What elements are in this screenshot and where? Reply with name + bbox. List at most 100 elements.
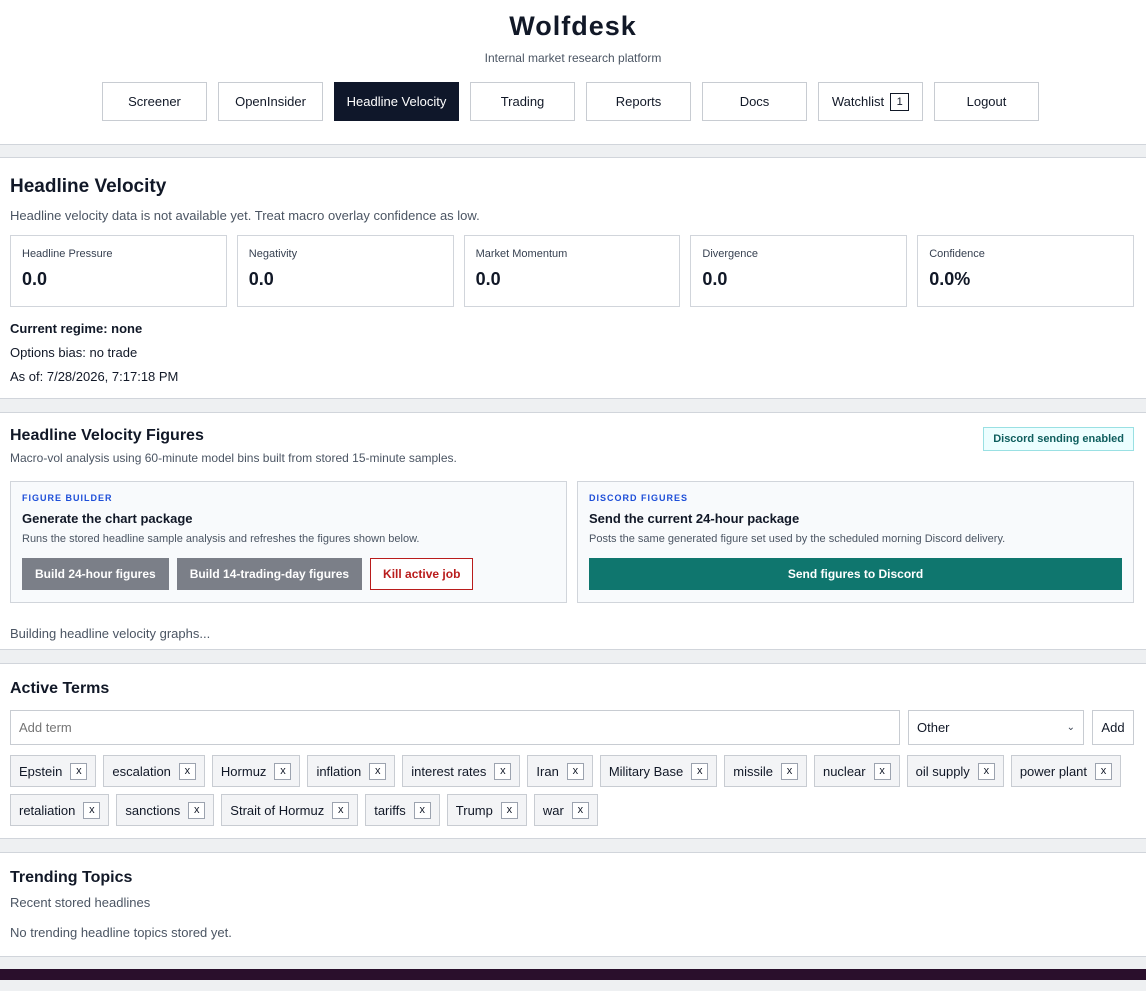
term-chip: war x [533,794,598,826]
term-chip-label: interest rates [411,763,487,779]
nav-reports[interactable]: Reports [586,82,691,121]
nav-headline-velocity[interactable]: Headline Velocity [334,82,459,121]
term-chip-label: oil supply [915,763,970,779]
term-chip: sanctions x [116,794,215,826]
brand-title: Wolfdesk [509,11,637,41]
select-value: Other [917,720,950,735]
term-chip: Military Base x [599,755,718,787]
term-chip: oil supply x [906,755,1004,787]
remove-term-button[interactable]: x [274,762,292,780]
metric-value: 0.0 [702,269,728,289]
metric-label: Confidence [929,248,985,260]
trending-title: Trending Topics [10,869,133,886]
nav-watchlist[interactable]: Watchlist 1 [818,82,923,121]
nav-openinsider[interactable]: OpenInsider [218,82,323,121]
nav-label: Screener [128,94,181,109]
remove-term-button[interactable]: x [178,762,196,780]
metric-value: 0.0 [22,269,48,289]
remove-term-button[interactable]: x [691,762,709,780]
metric-value: 0.0 [475,269,501,289]
build-status: Building headline velocity graphs... [10,626,211,641]
nav-label: Headline Velocity [346,94,447,109]
term-chip-label: nuclear [822,763,866,779]
remove-term-button[interactable]: x [413,801,431,819]
remove-term-button[interactable]: x [1095,762,1113,780]
term-chip: Trump x [446,794,527,826]
remove-term-button[interactable]: x [83,801,101,819]
term-chip: escalation x [103,755,205,787]
term-chip: Strait of Hormuz x [221,794,359,826]
builder-buttons: Build 24-hour figures Build 14-trading-d… [22,558,555,590]
term-chip-label: inflation [316,763,362,779]
card-kicker: FIGURE BUILDER [22,493,113,503]
trending-empty: No trending headline topics stored yet. [10,925,232,940]
term-chip: missile x [724,755,807,787]
remove-term-button[interactable]: x [571,801,589,819]
remove-term-button[interactable]: x [566,762,584,780]
term-chip-label: missile [733,763,773,779]
discord-figures-card: DISCORD FIGURES Send the current 24-hour… [577,481,1134,603]
metric-headline-pressure: Headline Pressure 0.0 [10,235,227,307]
trending-subtitle: Recent stored headlines [10,895,151,910]
nav-label: Logout [966,94,1007,109]
velocity-notice: Headline velocity data is not available … [10,208,480,223]
nav-screener[interactable]: Screener [102,82,207,121]
remove-term-button[interactable]: x [977,762,995,780]
chevron-down-icon: ⌄ [1066,722,1075,733]
current-regime: Current regime: none [10,321,143,336]
term-chip: interest rates x [402,755,521,787]
figures-subtitle: Macro-vol analysis using 60-minute model… [10,451,457,465]
term-chip: Hormuz x [211,755,301,787]
card-kicker: DISCORD FIGURES [589,493,689,503]
term-category-select[interactable]: Other ⌄ [908,710,1084,745]
options-bias: Options bias: no trade [10,345,138,360]
remove-term-button[interactable]: x [188,801,206,819]
metrics-row: Headline Pressure 0.0 Negativity 0.0 Mar… [10,235,1134,307]
terms-panel: Active Terms Other ⌄ Add Epsteinxescalat… [0,663,1146,839]
term-chip: power plant x [1010,755,1122,787]
remove-term-button[interactable]: x [494,762,512,780]
remove-term-button[interactable]: x [70,762,88,780]
nav-label: Reports [615,94,662,109]
nav-label: OpenInsider [235,94,306,109]
add-term-input[interactable] [10,710,900,745]
term-chip-label: Trump [455,802,493,818]
term-chip-label: Iran [536,763,559,779]
remove-term-button[interactable]: x [332,801,350,819]
remove-term-button[interactable]: x [369,762,387,780]
remove-term-button[interactable]: x [873,762,891,780]
metric-divergence: Divergence 0.0 [690,235,908,307]
nav-logout[interactable]: Logout [934,82,1039,121]
footer-bar [0,969,1146,980]
trending-panel: Trending Topics Recent stored headlines … [0,852,1146,957]
term-chip: nuclear x [813,755,900,787]
send-discord-button[interactable]: Send figures to Discord [589,558,1122,590]
metric-value: 0.0 [248,269,274,289]
term-chips: Epstein x escalation x Hormuz x inflation x inte… [10,755,1136,826]
build-24h-button[interactable]: Build 24-hour figures [22,558,169,590]
term-chip: retaliation x [10,794,110,826]
metric-confidence: Confidence 0.0% [917,235,1134,307]
nav-trading[interactable]: Trading [470,82,575,121]
metric-label: Headline Pressure [22,248,113,260]
term-chip-label: escalation [112,763,171,779]
nav-label: Trading [500,94,545,109]
card-title: Generate the chart package [22,511,193,526]
remove-term-button[interactable]: x [500,801,518,819]
nav-label: Watchlist [831,94,885,109]
term-chip: Iran x [527,755,593,787]
add-term-button[interactable]: Add [1092,710,1134,745]
build-14d-button[interactable]: Build 14-trading-day figures [176,558,363,590]
nav-docs[interactable]: Docs [702,82,807,121]
term-chip: tariffs x [365,794,440,826]
kill-job-button[interactable]: Kill active job [370,558,474,590]
term-entry-row: Other ⌄ Add [10,710,1134,745]
figure-builder-card: FIGURE BUILDER Generate the chart packag… [10,481,567,603]
term-chip-label: Military Base [608,763,684,779]
remove-term-button[interactable]: x [780,762,798,780]
term-chip-label: retaliation [19,802,76,818]
metric-value: 0.0% [929,269,971,289]
term-chip: Epstein x [10,755,97,787]
metric-label: Divergence [702,248,759,260]
figure-cards: FIGURE BUILDER Generate the chart packag… [10,481,1134,603]
